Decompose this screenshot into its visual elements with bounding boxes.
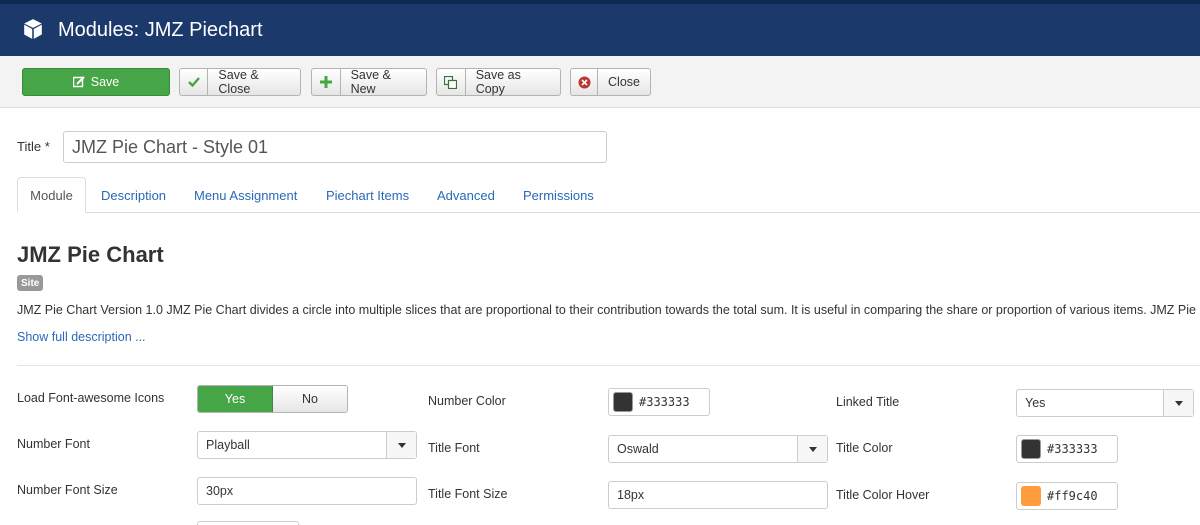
title-color-hover-value: #ff9c40 [1047, 489, 1098, 503]
tab-advanced[interactable]: Advanced [437, 177, 495, 213]
title-color-hover-swatch [1021, 486, 1041, 506]
number-color-swatch [613, 392, 633, 412]
number-font-size-label: Number Font Size [17, 483, 118, 497]
page-title: Modules: JMZ Piechart [58, 19, 263, 41]
close-label: Close [608, 75, 640, 89]
show-full-description-link[interactable]: Show full description ... [17, 330, 146, 344]
number-font-label: Number Font [17, 437, 90, 451]
close-button[interactable]: Close [570, 68, 651, 96]
title-color-label: Title Color [836, 441, 893, 455]
title-color-input[interactable]: #333333 [1016, 435, 1118, 463]
number-color-label: Number Color [428, 394, 506, 408]
number-color-input[interactable]: #333333 [608, 388, 710, 416]
module-description: JMZ Pie Chart Version 1.0 JMZ Pie Chart … [17, 303, 1200, 317]
number-font-value: Playball [206, 438, 250, 452]
title-font-value: Oswald [617, 442, 659, 456]
tab-module[interactable]: Module [17, 177, 86, 213]
chevron-down-icon [386, 432, 416, 458]
load-fa-toggle: Yes No [197, 385, 348, 413]
linked-title-select[interactable]: Yes [1016, 389, 1194, 417]
linked-title-value: Yes [1025, 396, 1046, 410]
number-font-size-input[interactable]: 30px [197, 477, 417, 505]
next-field-input[interactable] [197, 521, 299, 525]
save-new-label: Save & New [350, 68, 391, 96]
divider [17, 365, 1200, 366]
chevron-down-icon [797, 436, 827, 462]
tab-menu-assignment[interactable]: Menu Assignment [194, 177, 297, 213]
tab-permissions[interactable]: Permissions [523, 177, 594, 213]
chevron-down-icon [1163, 390, 1193, 416]
number-color-value: #333333 [639, 395, 690, 409]
load-fa-no-button[interactable]: No [273, 386, 347, 412]
site-badge: Site [17, 275, 44, 291]
save-button-label: Save [90, 75, 120, 89]
title-color-hover-label: Title Color Hover [836, 488, 930, 502]
save-copy-button[interactable]: Save as Copy [436, 68, 561, 96]
app-header: Modules: JMZ Piechart [0, 0, 1200, 56]
title-input[interactable]: JMZ Pie Chart - Style 01 [63, 131, 607, 163]
module-heading: JMZ Pie Chart [17, 242, 164, 267]
load-fa-label: Load Font-awesome Icons [17, 391, 165, 405]
tab-description[interactable]: Description [101, 177, 166, 213]
save-close-label: Save & Close [218, 68, 259, 96]
close-circle-icon [571, 69, 599, 95]
tab-piechart-items[interactable]: Piechart Items [326, 177, 409, 213]
title-font-label: Title Font [428, 441, 480, 455]
title-color-swatch [1021, 439, 1041, 459]
check-icon [180, 69, 209, 95]
title-font-select[interactable]: Oswald [608, 435, 828, 463]
title-color-value: #333333 [1047, 442, 1098, 456]
title-font-size-label: Title Font Size [428, 487, 508, 501]
save-copy-label: Save as Copy [475, 68, 521, 96]
plus-icon [312, 69, 341, 95]
title-color-hover-input[interactable]: #ff9c40 [1016, 482, 1118, 510]
title-label: Title * [17, 139, 50, 154]
cube-icon [24, 19, 42, 39]
save-button[interactable]: Save [22, 68, 170, 96]
copy-icon [437, 69, 466, 95]
title-font-size-input[interactable]: 18px [608, 481, 828, 509]
save-close-button[interactable]: Save & Close [179, 68, 301, 96]
edit-icon [72, 76, 85, 88]
number-font-select[interactable]: Playball [197, 431, 417, 459]
toolbar: Save Save & Close Save & New Save as Cop… [0, 56, 1200, 108]
save-new-button[interactable]: Save & New [311, 68, 427, 96]
tab-bar: Module Description Menu Assignment Piech… [17, 177, 1200, 213]
load-fa-yes-button[interactable]: Yes [198, 386, 273, 412]
linked-title-label: Linked Title [836, 395, 900, 409]
